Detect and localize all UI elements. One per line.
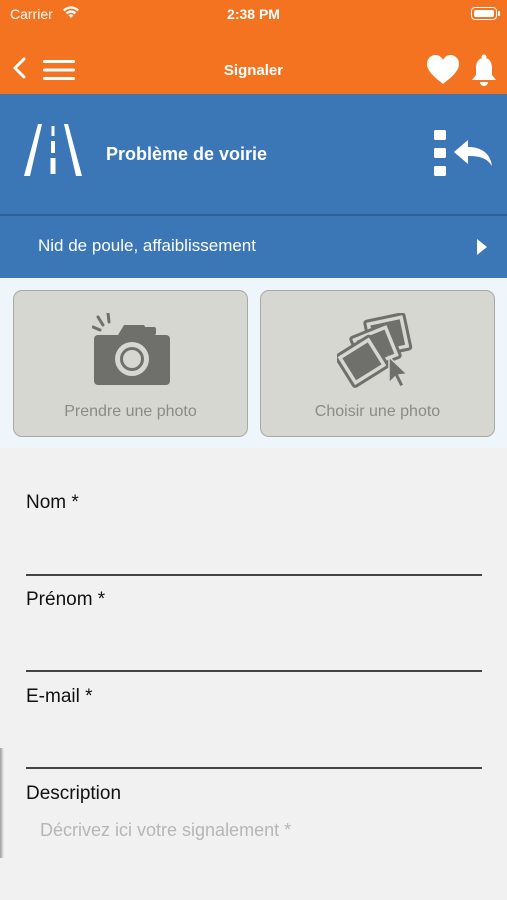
prenom-input[interactable] bbox=[26, 635, 482, 669]
chevron-right-icon bbox=[477, 239, 487, 255]
bell-icon[interactable] bbox=[470, 54, 498, 86]
chevron-left-icon[interactable] bbox=[10, 56, 30, 80]
nom-input[interactable] bbox=[26, 538, 482, 572]
report-form: Nom * Prénom * E-mail * Description bbox=[0, 448, 507, 900]
road-icon bbox=[24, 124, 82, 176]
take-photo-button[interactable]: Prendre une photo bbox=[13, 290, 248, 437]
nom-underline bbox=[26, 574, 482, 576]
heart-icon[interactable] bbox=[426, 54, 460, 86]
subcategory-label: Nid de poule, affaiblissement bbox=[38, 236, 256, 255]
navigation-bar: Signaler bbox=[0, 44, 507, 94]
email-input[interactable] bbox=[26, 732, 482, 766]
choose-photo-button[interactable]: Choisir une photo bbox=[260, 290, 495, 437]
change-category-icon[interactable] bbox=[434, 130, 494, 180]
description-input[interactable] bbox=[40, 820, 480, 890]
email-underline bbox=[26, 767, 482, 769]
clock: 2:38 PM bbox=[227, 6, 280, 22]
category-header: Problème de voirie bbox=[0, 94, 507, 214]
camera-icon bbox=[92, 313, 170, 385]
hamburger-menu-icon[interactable] bbox=[43, 59, 75, 81]
subcategory-selector[interactable]: Nid de poule, affaiblissement bbox=[0, 216, 507, 278]
description-label: Description bbox=[26, 783, 122, 804]
nom-label: Nom * bbox=[26, 492, 79, 513]
take-photo-label: Prendre une photo bbox=[64, 403, 197, 420]
status-bar: Carrier 2:38 PM bbox=[0, 0, 507, 30]
battery-icon bbox=[471, 7, 497, 20]
top-bar: Carrier 2:38 PM Signaler bbox=[0, 0, 507, 94]
email-label: E-mail * bbox=[26, 686, 93, 707]
edge-shadow bbox=[0, 748, 4, 858]
prenom-label: Prénom * bbox=[26, 589, 106, 610]
prenom-underline bbox=[26, 670, 482, 672]
battery-tip bbox=[498, 11, 500, 16]
photo-section: Prendre une photo Choisir une photo bbox=[0, 278, 507, 448]
choose-photo-label: Choisir une photo bbox=[314, 403, 441, 420]
category-label: Problème de voirie bbox=[106, 144, 268, 164]
gallery-icon bbox=[337, 313, 413, 389]
